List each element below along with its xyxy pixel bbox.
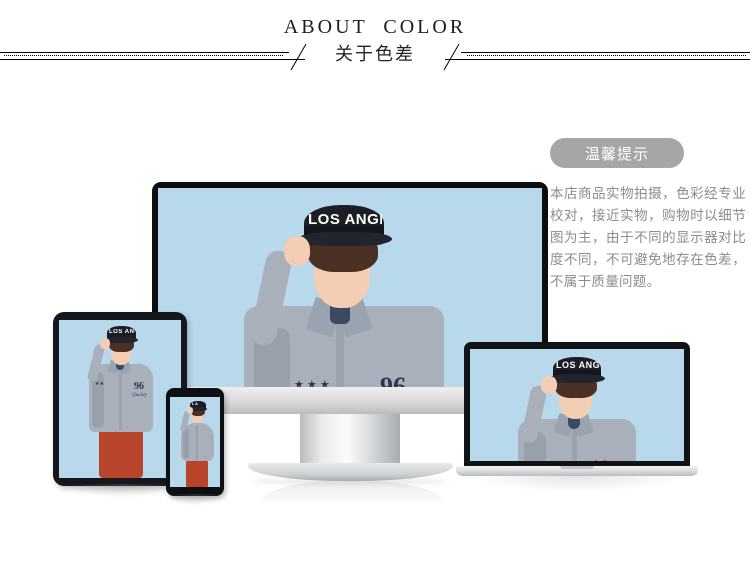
phone-product-photo: LA — [170, 397, 220, 487]
cap-text: LOS ANGELES — [556, 361, 600, 370]
model-pants — [99, 424, 143, 478]
model-shirt-placket — [196, 425, 198, 460]
monitor-stand-neck — [300, 414, 400, 466]
phone-bezel: LA — [166, 388, 224, 496]
page-title-chinese: 关于色差 — [335, 44, 415, 65]
model-hand — [284, 236, 310, 266]
model-cap-brim — [298, 232, 392, 246]
cap-text: LA — [192, 402, 199, 406]
laptop-shadow — [474, 476, 680, 492]
shirt-number: 96 — [380, 372, 406, 388]
laptop-notch — [560, 466, 594, 469]
shirt-star-icon: ★ ★ ★ — [294, 379, 330, 388]
laptop-product-photo: LOS ANGELES ★ ★ ★ GUARANTEED 96 Quality — [470, 349, 684, 461]
model-hand — [100, 338, 110, 349]
cap-text: LOS ANGELES — [308, 212, 382, 227]
monitor-reflection — [262, 480, 442, 506]
shirt-number: 96 — [592, 459, 608, 462]
device-showcase: LOS ANGELES ★ ★ ★ GUARANTEED 96 Quality — [0, 150, 750, 530]
device-phone: LA — [166, 388, 224, 506]
model-figure: LOS ANGELES 96 Quality ★★ — [59, 320, 181, 478]
shirt-number: 96 — [134, 381, 144, 392]
model-hand — [187, 407, 193, 414]
monitor-stand-base — [248, 463, 453, 481]
model-shirt-placket — [119, 368, 122, 430]
tablet-shadow — [63, 484, 181, 498]
tablet-product-photo: LOS ANGELES 96 Quality ★★ — [59, 320, 181, 478]
shirt-star-icon: ★★ — [95, 381, 104, 387]
phone-shadow — [170, 494, 222, 506]
page-title-english: ABOUT COLOR — [283, 16, 467, 38]
model-hand — [541, 376, 557, 394]
page-header: ABOUT COLOR 关于色差 — [0, 0, 750, 95]
device-laptop: LOS ANGELES ★ ★ ★ GUARANTEED 96 Quality — [456, 342, 698, 492]
model-shirt-shade — [183, 428, 189, 459]
shirt-sub-label: Quality — [132, 393, 147, 398]
model-cap-brim — [549, 374, 605, 383]
model-figure: LA — [170, 397, 220, 487]
laptop-bezel: LOS ANGELES ★ ★ ★ GUARANTEED 96 Quality — [464, 342, 690, 466]
model-pants — [186, 457, 208, 487]
model-figure: LOS ANGELES ★ ★ ★ GUARANTEED 96 Quality — [470, 349, 684, 461]
cap-text: LOS ANGELES — [109, 329, 135, 335]
